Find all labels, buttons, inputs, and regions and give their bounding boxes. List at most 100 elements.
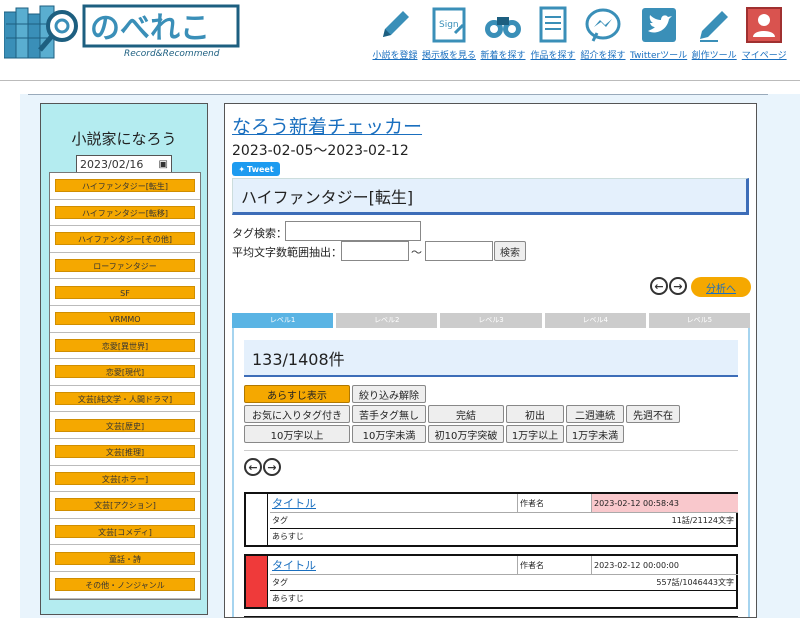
genre-button[interactable]: 文芸[歴史] — [55, 418, 195, 432]
novel-title-link[interactable]: タイトル — [270, 494, 518, 513]
genre-button[interactable]: 恋愛[異世界] — [55, 338, 195, 352]
genre-list: ハイファンタジー[転生] ハイファンタジー[転移] ハイファンタジー[その他] … — [49, 172, 201, 600]
logo-text: のべれこ — [90, 11, 210, 46]
date-input[interactable]: 2023/02/16 ▣ — [76, 155, 172, 173]
novel-author: 作者名 — [518, 556, 592, 575]
site-header: のべれこ Record&Recommend 小説を登録 Sign 掲示板を見る … — [0, 0, 800, 82]
genre-item: 文芸[ホラー] — [50, 466, 200, 493]
document-icon — [530, 4, 576, 46]
tab-level-3[interactable]: レベル3 — [440, 313, 542, 328]
genre-button[interactable]: ハイファンタジー[転生] — [55, 179, 195, 193]
genre-heading: ハイファンタジー[転生] — [232, 178, 749, 215]
filter-under-10k[interactable]: 1万字未満 — [566, 425, 624, 443]
genre-item: 恋愛[現代] — [50, 359, 200, 386]
genre-item: SF — [50, 279, 200, 306]
prev-arrow-icon[interactable]: ← — [650, 277, 668, 295]
calendar-icon[interactable]: ▣ — [159, 159, 168, 170]
next-arrow-icon[interactable]: → — [669, 277, 687, 295]
result-count: 133/1408件 — [244, 340, 738, 377]
filter-fav-tag[interactable]: お気に入りタグ付き — [244, 405, 350, 423]
tab-level-4[interactable]: レベル4 — [544, 313, 646, 328]
filter-first-100k[interactable]: 初10万字突破 — [428, 425, 504, 443]
genre-item: ハイファンタジー[その他] — [50, 226, 200, 253]
show-synopsis-button[interactable]: あらすじ表示 — [244, 385, 350, 403]
novel-synopsis: あらすじ — [270, 528, 738, 545]
tab-level-1[interactable]: レベル1 — [232, 313, 334, 328]
nav-label: Twitterツール — [630, 51, 688, 61]
tab-level-2[interactable]: レベル2 — [336, 313, 438, 328]
genre-button[interactable]: 文芸[純文学・人間ドラマ] — [55, 392, 195, 406]
novel-author: 作者名 — [518, 494, 592, 513]
main-nav: 小説を登録 Sign 掲示板を見る 新着を探す 作品を探す 紹介を探す Twit… — [372, 4, 791, 61]
tab-level-5[interactable]: レベル5 — [648, 313, 751, 328]
genre-button[interactable]: 童話・詩 — [55, 551, 195, 565]
row-marker — [246, 494, 268, 545]
nav-register-novel[interactable]: 小説を登録 — [372, 4, 418, 61]
novel-synopsis: あらすじ — [270, 590, 738, 607]
nav-mypage[interactable]: マイページ — [741, 4, 787, 61]
genre-item: VRMMO — [50, 306, 200, 333]
header-divider — [0, 80, 800, 81]
page-title[interactable]: なろう新着チェッカー — [232, 112, 422, 139]
analysis-button[interactable]: 分析へ — [691, 277, 751, 297]
genre-item: 童話・詩 — [50, 545, 200, 572]
filter-first-appearance[interactable]: 初出 — [506, 405, 564, 423]
genre-button[interactable]: 文芸[推理] — [55, 445, 195, 459]
avg-max-input[interactable] — [425, 241, 493, 261]
tag-search-input[interactable] — [285, 221, 421, 241]
filter-completed[interactable]: 完結 — [428, 405, 504, 423]
search-button[interactable]: 検索 — [494, 241, 526, 261]
novel-date: 2023-02-12 00:58:43 — [592, 494, 738, 513]
genre-button[interactable]: ハイファンタジー[転移] — [55, 205, 195, 219]
nav-new-arrivals[interactable]: 新着を探す — [480, 4, 526, 61]
genre-button[interactable]: 文芸[コメディ] — [55, 525, 195, 539]
pager-top: ← → — [650, 277, 687, 295]
nav-introductions[interactable]: 紹介を探す — [580, 4, 626, 61]
svg-text:Sign: Sign — [439, 20, 459, 30]
filter-10k-plus[interactable]: 1万字以上 — [506, 425, 564, 443]
genre-button[interactable]: 恋愛[現代] — [55, 365, 195, 379]
sidebar-title: 小説家になろう — [71, 130, 177, 148]
genre-button[interactable]: VRMMO — [55, 312, 195, 326]
filter-two-weeks[interactable]: 二週連続 — [566, 405, 624, 423]
sign-board-icon: Sign — [426, 4, 472, 46]
logo-subtitle: Record&Recommend — [124, 49, 220, 59]
nav-works[interactable]: 作品を探す — [530, 4, 576, 61]
books-logo-icon — [4, 5, 55, 59]
range-tilde: 〜 — [411, 246, 422, 259]
genre-item: 文芸[純文学・人間ドラマ] — [50, 386, 200, 413]
next-arrow-icon[interactable]: → — [263, 458, 281, 476]
nav-twitter-tool[interactable]: Twitterツール — [630, 4, 687, 61]
genre-button[interactable]: その他・ノンジャンル — [55, 578, 195, 592]
pencil-icon — [372, 4, 418, 46]
row-marker — [246, 556, 268, 607]
genre-button[interactable]: ハイファンタジー[その他] — [55, 232, 195, 246]
genre-button[interactable]: 文芸[アクション] — [55, 498, 195, 512]
filter-under-100k[interactable]: 10万字未満 — [352, 425, 426, 443]
site-logo[interactable]: のべれこ Record&Recommend — [4, 4, 240, 60]
user-icon — [741, 4, 787, 46]
clear-filter-button[interactable]: 絞り込み解除 — [352, 385, 426, 403]
tweet-button[interactable]: ✦ Tweet — [232, 162, 280, 176]
filter-absent-last-week[interactable]: 先週不在 — [626, 405, 680, 423]
filter-no-disliked-tag[interactable]: 苦手タグ無し — [352, 405, 426, 423]
nav-label: 創作ツール — [691, 51, 737, 61]
genre-item: 文芸[歴史] — [50, 412, 200, 439]
date-range: 2023-02-05～2023-02-12 — [232, 143, 409, 159]
binoculars-icon — [480, 4, 526, 46]
genre-button[interactable]: 文芸[ホラー] — [55, 471, 195, 485]
prev-arrow-icon[interactable]: ← — [244, 458, 262, 476]
genre-button[interactable]: SF — [55, 285, 195, 299]
novel-title-link[interactable]: タイトル — [270, 556, 518, 575]
filter-100k-plus[interactable]: 10万字以上 — [244, 425, 350, 443]
nav-writing-tool[interactable]: 創作ツール — [691, 4, 737, 61]
genre-button[interactable]: ローファンタジー — [55, 259, 195, 273]
twitter-bird-icon: ✦ — [238, 164, 246, 174]
avg-min-input[interactable] — [341, 241, 409, 261]
filter-divider — [244, 450, 738, 451]
novel-stats: 11話/21124文字 — [671, 516, 734, 525]
nav-board[interactable]: Sign 掲示板を見る — [422, 4, 476, 61]
pencil-icon — [691, 4, 737, 46]
date-value: 2023/02/16 — [80, 157, 144, 171]
sidebar: 小説家になろう 2023/02/16 ▣ ハイファンタジー[転生] ハイファンタ… — [40, 103, 208, 615]
